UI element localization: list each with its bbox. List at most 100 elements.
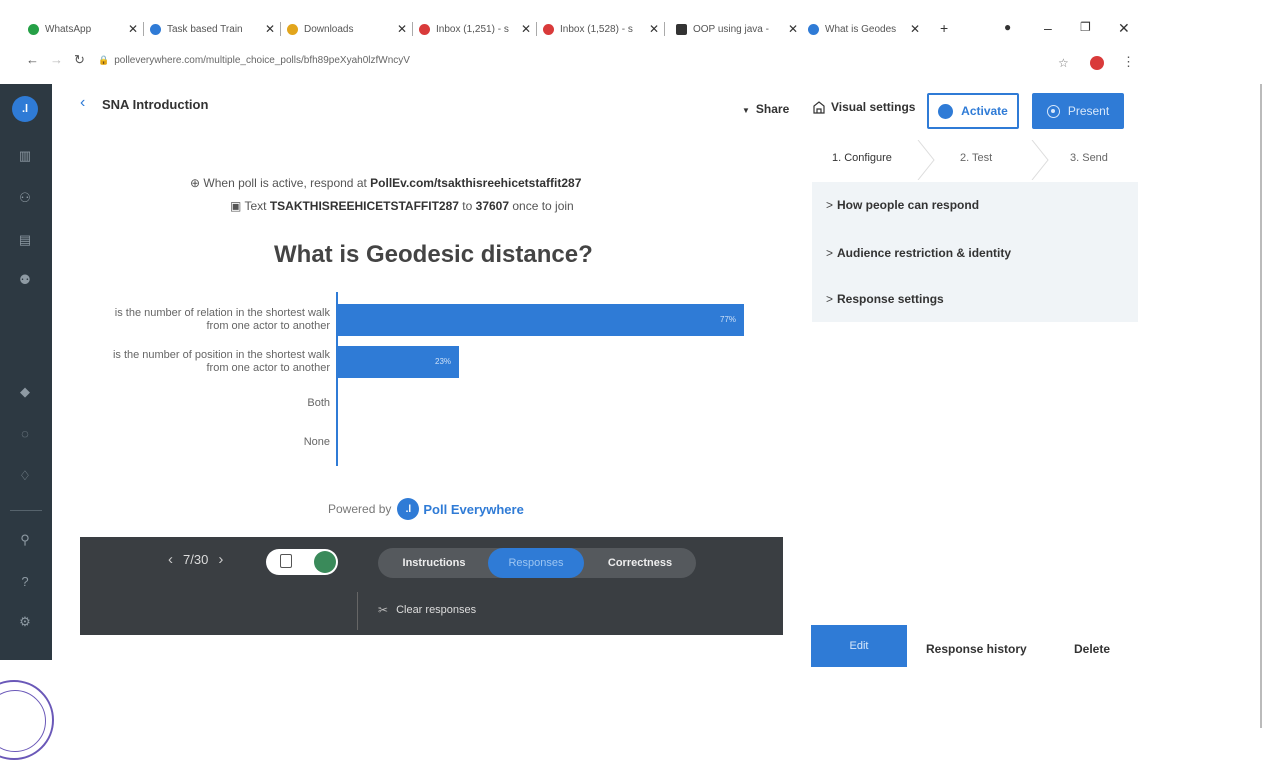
gmail-favicon-icon [419, 23, 430, 35]
visual-settings-label: Visual settings [831, 100, 916, 114]
tab-label: Task based Train [167, 23, 243, 35]
minimize-icon[interactable]: – [1044, 20, 1052, 36]
next-slide-icon[interactable]: › [218, 551, 223, 568]
edit-button[interactable]: Edit [811, 625, 907, 667]
clear-icon: ✂ [378, 603, 389, 617]
browser-tab[interactable]: WhatsApp ✕ [28, 18, 144, 40]
step-configure[interactable]: 1. Configure [832, 152, 892, 164]
caret-down-icon: ▼ [742, 106, 750, 115]
bar-category-label: Both [307, 396, 330, 409]
new-tab-button[interactable]: + [940, 20, 948, 36]
tab-instructions[interactable]: Instructions [386, 548, 482, 578]
step-test[interactable]: 2. Test [960, 152, 992, 164]
tab-label: What is Geodes [825, 23, 897, 35]
browser-tab[interactable]: Inbox (1,251) - s ✕ [419, 18, 537, 40]
browser-tab[interactable]: Downloads ✕ [287, 18, 413, 40]
url-field[interactable]: 🔒 polleverywhere.com/multiple_choice_poll… [98, 55, 410, 66]
user-settings-icon[interactable]: ⚲ [17, 532, 33, 548]
back-arrow-icon[interactable]: ← [26, 52, 39, 67]
bar-value-label: 77% [720, 315, 737, 324]
restore-icon[interactable]: ❐ [1080, 20, 1091, 34]
tab-favicon-icon [676, 23, 687, 35]
share-dropdown[interactable]: ▼ Share [742, 102, 789, 116]
profile-avatar[interactable] [1090, 56, 1104, 70]
url-text: polleverywhere.com/multiple_choice_polls… [114, 55, 410, 66]
tab-correctness[interactable]: Correctness [590, 548, 690, 578]
globe-icon: ⊕ [190, 176, 201, 190]
sms-icon: ▣ [230, 199, 242, 213]
close-tab-icon[interactable]: ✕ [122, 22, 138, 36]
bookmark-star-icon[interactable]: ☆ [1058, 56, 1069, 70]
chevron-right-icon: > [826, 198, 834, 212]
close-tab-icon[interactable]: ✕ [643, 22, 659, 36]
settings-gear-icon[interactable]: ⚙ [17, 614, 33, 630]
groups-icon[interactable]: ⚉ [17, 272, 33, 288]
instr-web-prefix: When poll is active, respond at [203, 176, 371, 190]
visual-settings-icon [813, 101, 825, 114]
participants-icon[interactable]: ⚇ [17, 190, 33, 206]
response-history-button[interactable]: Response history [926, 642, 1027, 656]
present-icon [1046, 104, 1060, 118]
step-chevron-icon [1031, 140, 1049, 180]
lock-responses-toggle[interactable] [266, 549, 338, 575]
account-circle-icon[interactable]: ● [1004, 20, 1011, 34]
browser-menu-icon[interactable]: ⋮ [1122, 54, 1135, 70]
help-icon[interactable]: ? [17, 574, 33, 590]
tab-responses[interactable]: Responses [488, 548, 584, 578]
accordion-response-settings[interactable]: > Response settings [826, 292, 944, 306]
browser-tab-active[interactable]: What is Geodes ✕ [808, 18, 920, 40]
delete-button[interactable]: Delete [1074, 642, 1110, 656]
back-chevron-icon[interactable]: ‹ [80, 94, 85, 112]
notifications-bell-icon[interactable]: ♢ [17, 468, 33, 484]
activate-button[interactable]: Activate [927, 93, 1019, 129]
brand-name: Poll Everywhere [423, 501, 524, 517]
accordion-label: Response settings [837, 292, 944, 306]
reports-icon[interactable]: ▤ [17, 232, 33, 248]
chevron-right-icon: > [826, 246, 834, 260]
step-chevron-icon [917, 140, 935, 180]
gmail-favicon-icon [543, 23, 554, 35]
poll-question: What is Geodesic distance? [274, 241, 593, 268]
powered-by-label: Powered by [328, 502, 392, 516]
app-sidebar: .l ▥ ⚇ ▤ ⚉ ◆ ◌ ♢ ⚲ ? ⚙ [0, 84, 52, 660]
forward-arrow-icon[interactable]: → [50, 52, 63, 67]
polleverywhere-favicon-icon [808, 23, 819, 35]
previous-slide-icon[interactable]: ‹ [168, 551, 173, 568]
close-tab-icon[interactable]: ✕ [259, 22, 275, 36]
step-send[interactable]: 3. Send [1070, 152, 1108, 164]
toggle-knob [314, 551, 336, 573]
integrations-icon[interactable]: ◌ [17, 426, 33, 442]
close-window-icon[interactable]: ✕ [1118, 20, 1130, 37]
browser-tab[interactable]: OOP using java - ✕ [676, 18, 798, 40]
accordion-how-people-can-respond[interactable]: > How people can respond [826, 198, 979, 212]
tab-favicon-icon [150, 23, 161, 35]
close-tab-icon[interactable]: ✕ [515, 22, 531, 36]
clear-responses-button[interactable]: ✂ Clear responses [378, 603, 476, 617]
seal-stamp [0, 680, 54, 760]
share-label: Share [755, 102, 790, 116]
reload-icon[interactable]: ↻ [74, 52, 85, 68]
bar-category-label: is the number of relation in the shortes… [114, 307, 330, 332]
browser-tab[interactable]: Inbox (1,528) - s ✕ [543, 18, 665, 40]
activities-icon[interactable]: ▥ [17, 148, 33, 164]
accordion-label: Audience restriction & identity [837, 246, 1012, 260]
lock-icon: 🔒 [98, 55, 110, 65]
text-response-instructions: ▣ Text TSAKTHISREEHICETSTAFFIT287 to 376… [230, 199, 574, 213]
sms-number: 37607 [475, 199, 510, 213]
bar-category-label: is the number of position in the shortes… [112, 349, 330, 374]
visual-settings-button[interactable]: Visual settings [812, 100, 915, 114]
close-tab-icon[interactable]: ✕ [782, 22, 798, 36]
present-label: Present [1067, 104, 1110, 118]
polleverywhere-logo-icon[interactable]: .l [12, 96, 38, 122]
page-title: SNA Introduction [102, 97, 209, 112]
browser-tab[interactable]: Task based Train ✕ [150, 18, 281, 40]
sms-code: TSAKTHISREEHICETSTAFFIT287 [269, 199, 459, 213]
present-button[interactable]: Present [1032, 93, 1124, 129]
tab-label: Downloads [304, 23, 354, 35]
tab-label: WhatsApp [45, 23, 92, 35]
close-tab-icon[interactable]: ✕ [904, 22, 920, 36]
accordion-label: How people can respond [837, 198, 980, 212]
upgrade-diamond-icon[interactable]: ◆ [17, 384, 33, 400]
accordion-audience-restriction[interactable]: > Audience restriction & identity [826, 246, 1011, 260]
close-tab-icon[interactable]: ✕ [391, 22, 407, 36]
